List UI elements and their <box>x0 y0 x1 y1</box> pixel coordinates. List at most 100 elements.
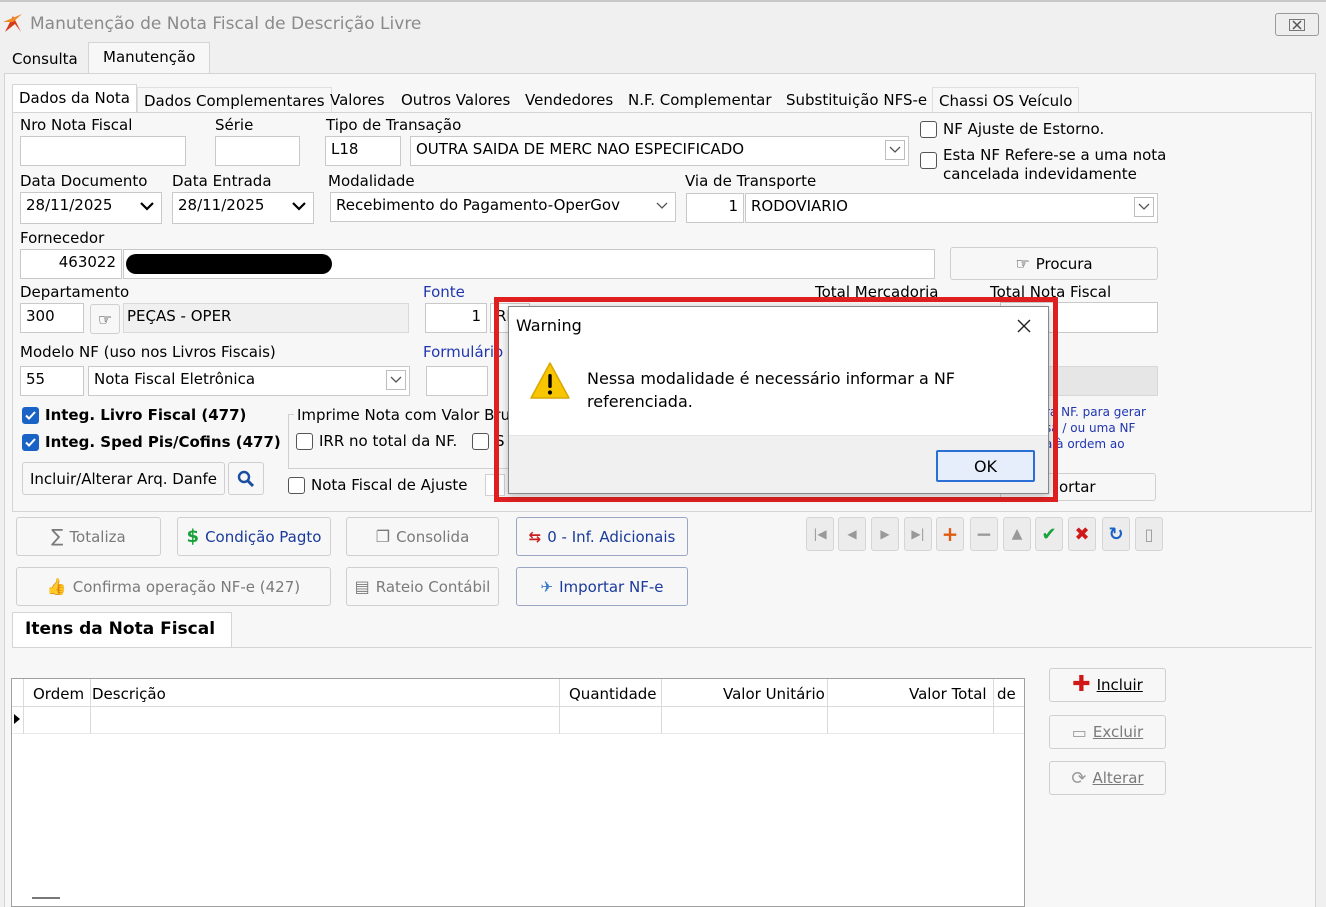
items-grid[interactable]: Ordem Descrição Quantidade Valor Unitári… <box>11 678 1025 907</box>
warning-icon <box>529 361 571 405</box>
departamento-lookup-button[interactable]: ☞ <box>90 304 120 334</box>
via-transporte-code-field[interactable]: 1 <box>686 193 744 223</box>
irr-total-checkbox[interactable]: IRR no total da NF. <box>296 432 457 450</box>
tab-dados-complementares[interactable]: Dados Complementares <box>137 87 332 113</box>
chevron-down-icon[interactable] <box>386 370 406 390</box>
condicao-pagto-button[interactable]: $ Condição Pagto <box>177 517 331 556</box>
consolida-button[interactable]: ❐ Consolida <box>346 517 499 556</box>
nav-prior-button[interactable]: ◀ <box>838 517 866 551</box>
horizontal-scrollbar[interactable] <box>32 897 60 899</box>
col-valor-unitario[interactable]: Valor Unitário <box>723 685 825 703</box>
fornecedor-code-field[interactable]: 463022 <box>20 249 122 279</box>
tab-substituicao-nfse[interactable]: Substituição NFS-e <box>780 87 933 113</box>
nav-last-button[interactable]: ▶| <box>904 517 932 551</box>
nro-nf-field[interactable] <box>20 136 186 166</box>
nav-delete-button[interactable]: − <box>970 517 998 551</box>
nf-cancelada-label: Esta NF Refere-se a uma nota cancelada in… <box>943 146 1166 184</box>
tipo-transacao-select[interactable]: OUTRA SAIDA DE MERC NAO ESPECIFICADO <box>410 136 909 166</box>
nf-ajuste-estorno-checkbox[interactable]: NF Ajuste de Estorno. <box>920 120 1104 138</box>
modelo-nf-value: Nota Fiscal Eletrônica <box>94 370 256 388</box>
nav-cancel-button[interactable]: ✖ <box>1068 517 1096 551</box>
tab-vendedores[interactable]: Vendedores <box>519 87 619 113</box>
nav-next-button[interactable]: ▶ <box>871 517 899 551</box>
label-nro-nf: Nro Nota Fiscal <box>20 116 133 134</box>
grid-row[interactable] <box>12 707 1024 734</box>
tab-consulta[interactable]: Consulta <box>6 46 84 72</box>
warning-dialog: Warning Nessa modalidade é necessário in… <box>508 306 1049 494</box>
tab-dados-nota[interactable]: Dados da Nota <box>12 84 137 114</box>
nav-insert-button[interactable]: + <box>936 517 964 551</box>
modelo-nf-select[interactable]: Nota Fiscal Eletrônica <box>88 366 410 396</box>
importar-nfe-label: Importar NF-e <box>559 577 664 596</box>
rateio-contabil-button[interactable]: ▤ Rateio Contábil <box>346 567 499 606</box>
col-divider <box>90 679 91 734</box>
items-tab[interactable]: Itens da Nota Fiscal <box>12 612 232 648</box>
incluir-danfe-button[interactable]: Incluir/Alterar Arq. Danfe <box>22 462 225 495</box>
col-ordem[interactable]: Ordem <box>33 685 84 703</box>
calendar-dropdown-icon[interactable] <box>286 194 312 218</box>
data-entrada-field[interactable]: 28/11/2025 <box>172 192 314 224</box>
nf-cancelada-checkbox[interactable]: Esta NF Refere-se a uma nota cancelada in… <box>920 146 1166 184</box>
formulario-field[interactable] <box>426 366 488 396</box>
tab-outros-valores[interactable]: Outros Valores <box>395 87 516 113</box>
col-valor-total[interactable]: Valor Total <box>909 685 987 703</box>
importar-nfe-button[interactable]: ✈ Importar NF-e <box>516 567 688 606</box>
integ-sped-checkbox[interactable]: Integ. Sped Pis/Cofins (477) <box>22 433 281 451</box>
dialog-message-line2: referenciada. <box>587 392 693 411</box>
thumbs-up-icon: 👍 <box>46 577 67 596</box>
incluir-button[interactable]: ✚ Incluir <box>1049 668 1166 702</box>
tab-valores[interactable]: Valores <box>324 87 391 113</box>
prior-record-icon: ◀ <box>847 527 857 541</box>
serie-field[interactable] <box>215 136 300 166</box>
col-quantidade[interactable]: Quantidade <box>569 685 657 703</box>
ok-button[interactable]: OK <box>936 450 1035 482</box>
nf-ajuste-label: Nota Fiscal de Ajuste <box>311 476 468 494</box>
nav-extra-button[interactable]: ▯ <box>1135 517 1163 551</box>
via-transporte-select[interactable]: RODOVIARIO <box>745 193 1158 223</box>
label-fornecedor: Fornecedor <box>20 229 105 247</box>
departamento-desc-field: PEÇAS - OPER <box>123 303 409 333</box>
tab-chassi-os[interactable]: Chassi OS Veículo <box>932 87 1080 113</box>
label-modalidade: Modalidade <box>328 172 415 190</box>
dollar-icon: $ <box>186 526 200 547</box>
nav-first-button[interactable]: |◀ <box>806 517 834 551</box>
col-descricao[interactable]: Descrição <box>92 685 166 703</box>
checkbox-checked <box>22 406 39 424</box>
modalidade-select[interactable]: Recebimento do Pagamento-OperGov <box>330 192 676 222</box>
chevron-down-icon[interactable] <box>885 140 905 160</box>
col-de[interactable]: de <box>997 685 1016 703</box>
tipo-transacao-code-field[interactable]: L18 <box>325 136 401 166</box>
totaliza-button[interactable]: ∑ Totaliza <box>16 517 161 556</box>
label-modelo-nf: Modelo NF (uso nos Livros Fiscais) <box>20 343 276 361</box>
checkbox-box <box>288 476 305 494</box>
excluir-button[interactable]: ▭ Excluir <box>1049 715 1166 749</box>
check-icon: ✔ <box>1041 523 1057 545</box>
chevron-down-icon[interactable] <box>652 196 672 216</box>
procura-label: Procura <box>1035 254 1093 273</box>
plus-icon: + <box>941 522 959 546</box>
search-danfe-button[interactable] <box>228 462 264 495</box>
departamento-code-field[interactable]: 300 <box>20 303 84 333</box>
next-record-icon: ▶ <box>880 527 890 541</box>
chevron-down-icon[interactable] <box>1134 197 1154 217</box>
nav-refresh-button[interactable]: ↻ <box>1102 517 1130 551</box>
nav-edit-button[interactable]: ▲ <box>1003 517 1031 551</box>
col-divider <box>827 679 828 734</box>
integ-livro-fiscal-checkbox[interactable]: Integ. Livro Fiscal (477) <box>22 406 246 424</box>
column-icon: ▯ <box>1144 524 1154 544</box>
alterar-button[interactable]: ⟳ Alterar <box>1049 761 1166 795</box>
label-via-transporte: Via de Transporte <box>685 172 817 190</box>
procura-button[interactable]: ☞ Procura <box>950 247 1158 280</box>
fonte-code-field[interactable]: 1 <box>425 303 487 333</box>
close-window-button[interactable] <box>1275 13 1319 36</box>
nf-ajuste-checkbox[interactable]: Nota Fiscal de Ajuste <box>288 476 468 494</box>
data-documento-field[interactable]: 28/11/2025 <box>20 192 162 224</box>
inf-adicionais-button[interactable]: ⇆ 0 - Inf. Adicionais <box>516 517 688 556</box>
dialog-close-button[interactable] <box>1003 313 1045 339</box>
nav-post-button[interactable]: ✔ <box>1035 517 1063 551</box>
calendar-dropdown-icon[interactable] <box>134 194 160 218</box>
tab-manutencao[interactable]: Manutenção <box>88 42 211 74</box>
confirma-nfe-button[interactable]: 👍 Confirma operação NF-e (427) <box>16 567 331 606</box>
modelo-nf-code-field[interactable]: 55 <box>20 366 84 396</box>
tab-nf-complementar[interactable]: N.F. Complementar <box>622 87 778 113</box>
